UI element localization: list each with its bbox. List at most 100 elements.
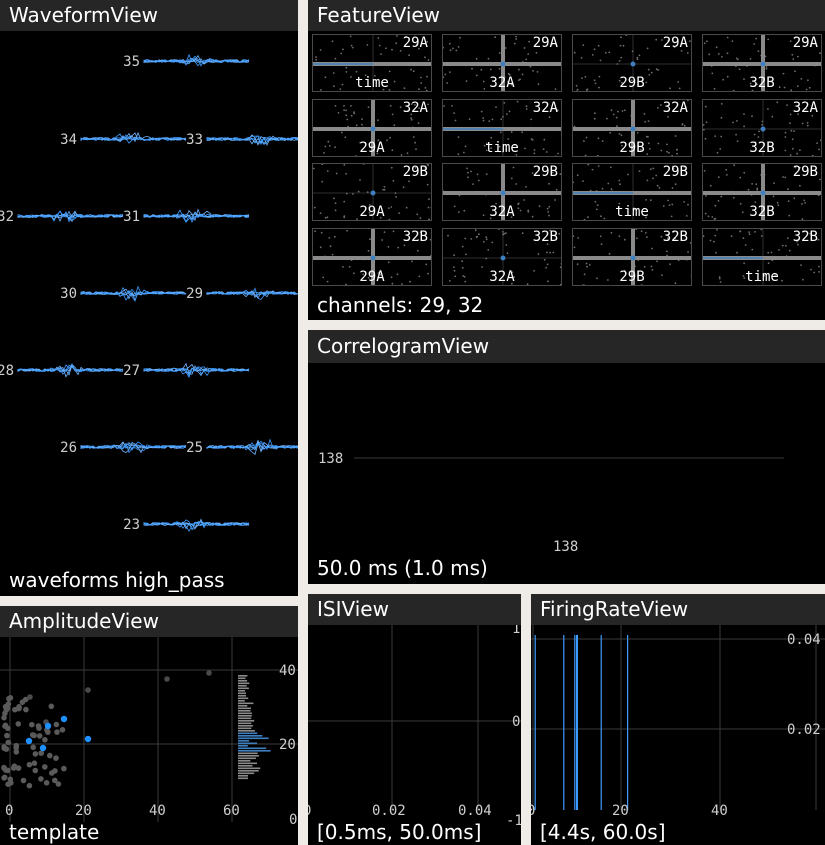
feature-point (799, 184, 801, 187)
feature-point (474, 229, 477, 232)
feature-point (615, 116, 618, 119)
feature-point (573, 181, 574, 184)
waveform-view-panel[interactable]: WaveformView 35 34 33 32 31 30 29 28 27 26 25 23 wa… (0, 0, 298, 596)
feature-point (619, 44, 622, 47)
amplitude-plot[interactable]: 0 20 40 60 40 20 0 (0, 637, 298, 845)
feature-subplot[interactable]: 32A time (442, 99, 562, 157)
waveform-channel[interactable]: 23 (123, 517, 250, 533)
feature-point (800, 264, 802, 266)
waveform-channel[interactable]: 28 (0, 363, 124, 379)
amplitude-point (206, 670, 212, 676)
waveform-channel[interactable]: 26 (60, 440, 187, 456)
feature-point (329, 245, 332, 248)
feature-point (657, 107, 659, 109)
feature-subplot[interactable]: 32A 29A (312, 99, 432, 157)
feature-subplot[interactable]: 32B 29A (312, 228, 432, 286)
amplitude-histogram-bar (238, 750, 271, 752)
waveform-channel[interactable]: 33 (186, 132, 298, 148)
feature-point (784, 176, 787, 179)
waveform-channel[interactable]: 31 (123, 208, 250, 225)
fr-y-tick: 0.02 (787, 722, 821, 738)
feature-point (720, 116, 723, 119)
feature-subplot[interactable]: 29B 32B (702, 163, 822, 221)
waveform-channel[interactable]: 25 (186, 438, 298, 456)
feature-cluster-point (370, 126, 376, 132)
waveform-channel[interactable]: 34 (60, 131, 187, 148)
feature-subplot[interactable]: 29A time (312, 34, 432, 92)
feature-point (601, 187, 604, 190)
feature-point (475, 236, 478, 238)
feature-point (765, 67, 768, 70)
feature-point (485, 173, 488, 175)
waveform-channel[interactable]: 30 (60, 285, 187, 302)
feature-point (588, 264, 591, 266)
feature-subplot[interactable]: 29A 32A (442, 34, 562, 92)
waveform-channel[interactable]: 32 (0, 209, 124, 225)
feature-point (552, 251, 555, 254)
feature-point (801, 122, 804, 125)
feature-view-panel[interactable]: FeatureView 29A time 29A 32A 29A 29B 29A 32B 32A… (308, 0, 825, 320)
feature-point (523, 47, 526, 49)
feature-subplot[interactable]: 32B time (702, 228, 822, 286)
amplitude-point (1, 774, 8, 781)
feature-point (472, 183, 474, 185)
feature-point (530, 118, 533, 121)
waveform-channel[interactable]: 29 (186, 286, 298, 302)
feature-subplot[interactable]: 29A 29B (572, 34, 692, 92)
waveform-channel[interactable]: 35 (123, 53, 250, 70)
feature-point (525, 58, 528, 61)
feature-point (455, 49, 458, 52)
isi-view-panel[interactable]: ISIView 0 0.02 0.04 1 0 -1 [0.5ms, 50.0m… (308, 594, 521, 845)
feature-point (715, 46, 718, 49)
feature-point (651, 247, 653, 250)
feature-point (389, 136, 391, 139)
feature-subplot[interactable]: 29A 32B (702, 34, 822, 92)
feature-point (733, 164, 735, 167)
feature-point (500, 118, 503, 121)
feature-point (380, 53, 382, 55)
feature-point (355, 70, 358, 73)
feature-point (573, 246, 576, 249)
feature-point (674, 183, 677, 186)
feature-point (636, 237, 638, 240)
feature-point (326, 170, 329, 172)
feature-subplot[interactable]: 32B 29B (572, 228, 692, 286)
amplitude-histogram-bar (238, 687, 249, 690)
feature-point (559, 173, 561, 175)
feature-subplot[interactable]: 29B 32A (442, 163, 562, 221)
isi-plot[interactable]: 0 0.02 0.04 1 0 -1 (308, 625, 521, 845)
feature-subplot[interactable]: 32B 32A (442, 228, 562, 286)
correlogram-view-panel[interactable]: CorrelogramView 138 138 50.0 ms (1.0 ms) (308, 330, 825, 584)
amplitude-histogram-bar (238, 752, 258, 755)
feature-subplot[interactable]: 32A 29B (572, 99, 692, 157)
feature-subplot[interactable]: 29B 29A (312, 163, 432, 221)
amplitude-histogram-bar (238, 685, 247, 687)
channel-label: 34 (60, 132, 77, 148)
amplitude-point (10, 765, 17, 771)
amplitude-histogram-bar (238, 717, 252, 720)
feature-point (313, 167, 315, 170)
amplitude-view-panel[interactable]: AmplitudeView 0 20 40 60 40 20 0 templat… (0, 606, 298, 845)
firing-rate-view-panel[interactable]: FiringRateView 0 20 40 0.04 0.02 [4.4s, … (531, 594, 825, 845)
waveform-channel[interactable]: 27 (123, 362, 250, 379)
correlogram-plot[interactable]: 138 138 (308, 363, 825, 583)
feature-subplot[interactable]: 29B time (572, 163, 692, 221)
feature-point (471, 67, 473, 70)
amplitude-histogram-bar (238, 675, 248, 677)
feature-point (731, 40, 734, 42)
feature-point (635, 229, 638, 230)
channel-label: 28 (0, 363, 14, 379)
feature-point (726, 52, 729, 55)
waveform-plot[interactable]: 35 34 33 32 31 30 29 28 27 26 25 23 (0, 31, 298, 591)
feature-point (392, 230, 395, 233)
feature-subplot-channel: 29A (402, 35, 428, 51)
firing-rate-plot[interactable]: 0 20 40 0.04 0.02 (531, 625, 825, 845)
amplitude-histogram-bar (238, 697, 249, 700)
feature-point (410, 117, 412, 119)
feature-point (525, 108, 528, 110)
feature-point (521, 131, 524, 134)
feature-point (576, 174, 579, 177)
amplitude-histogram-bar (238, 777, 248, 780)
feature-subplot[interactable]: 32A 32B (702, 99, 822, 157)
amplitude-histogram-bar (238, 740, 250, 742)
